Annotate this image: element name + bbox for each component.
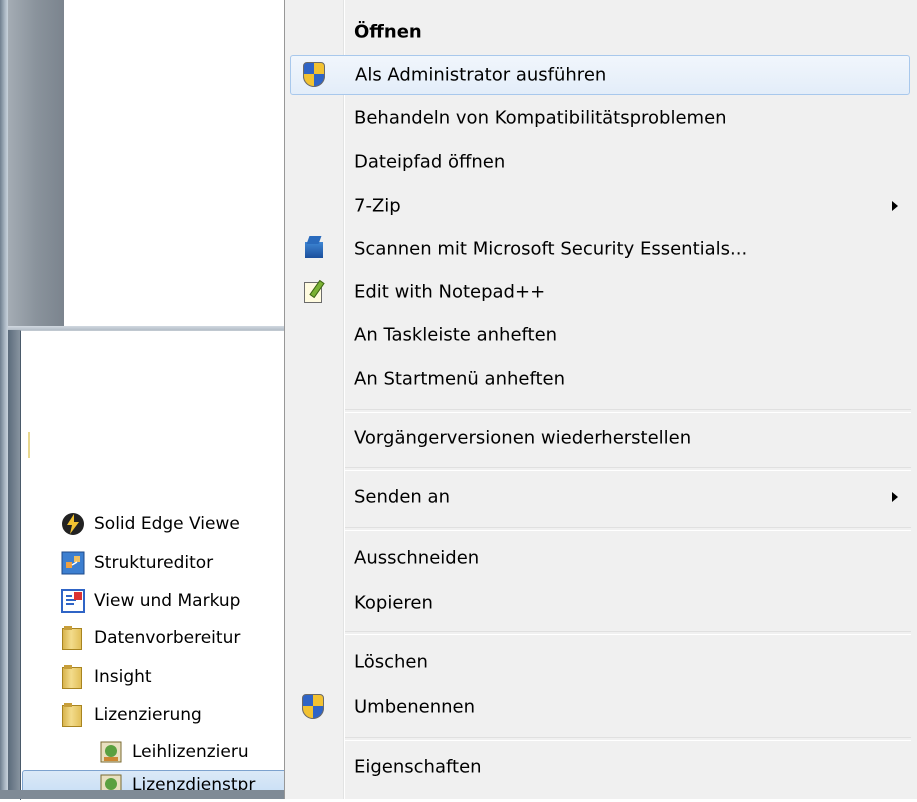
menu-separator: [345, 631, 911, 635]
program-item-label: Datenvorbereitur: [94, 628, 241, 648]
menu-separator: [345, 737, 911, 741]
folder-icon: [60, 625, 86, 651]
menu-item-label: 7-Zip: [354, 195, 401, 217]
menu-item-label: Kopieren: [354, 592, 433, 614]
menu-item-label: Löschen: [354, 651, 428, 673]
menu-item-label: An Startmenü anheften: [354, 368, 566, 390]
program-item-label: Solid Edge Viewe: [94, 514, 240, 534]
uac-shield-icon: [302, 694, 328, 720]
program-item-label: Leihlizenzieru: [132, 742, 249, 762]
menu-item-label: Vorgängerversionen wiederherstellen: [354, 427, 692, 449]
submenu-arrow-icon: [892, 201, 898, 211]
menu-item-edit-with-notepad[interactable]: Edit with Notepad++: [290, 272, 910, 312]
folder-icon: [60, 702, 86, 728]
menu-item-label: Öffnen: [354, 21, 422, 43]
menu-item-7-zip[interactable]: 7-Zip: [290, 186, 910, 226]
menu-item-label: An Taskleiste anheften: [354, 324, 558, 346]
menu-separator: [345, 467, 911, 471]
menu-item-label: Edit with Notepad++: [354, 281, 546, 303]
security-essentials-icon: [302, 236, 328, 262]
view-and-markup-icon: [60, 588, 86, 614]
menu-separator: [345, 527, 911, 531]
menu-item-label: Dateipfad öffnen: [354, 151, 506, 173]
notepad-plus-plus-icon: [302, 279, 328, 305]
menu-item-rename[interactable]: Umbenennen: [290, 687, 910, 727]
program-item-label: View und Markup: [94, 591, 241, 611]
program-item-struktureditor[interactable]: Struktureditor: [60, 546, 290, 580]
menu-item-label: Scannen mit Microsoft Security Essential…: [354, 238, 748, 260]
menu-item-label: Als Administrator ausführen: [355, 64, 607, 86]
structure-editor-icon: [60, 550, 86, 576]
desktop-edge: [0, 0, 8, 799]
program-item-label: Insight: [94, 667, 152, 687]
start-menu-frame: [8, 330, 20, 799]
menu-item-pin-to-start-menu[interactable]: An Startmenü anheften: [290, 359, 910, 399]
menu-item-label: Umbenennen: [354, 696, 475, 718]
uac-shield-icon: [303, 62, 329, 88]
program-item-datenvorbereitung[interactable]: Datenvorbereitur: [60, 621, 290, 655]
solid-edge-viewer-icon: [60, 511, 86, 537]
menu-item-scan-security-essentials[interactable]: Scannen mit Microsoft Security Essential…: [290, 229, 910, 269]
menu-item-open[interactable]: Öffnen: [290, 12, 910, 52]
program-item-label: Struktureditor: [94, 553, 214, 573]
window-frame-top: [8, 0, 64, 330]
menu-item-send-to[interactable]: Senden an: [290, 477, 910, 517]
menu-separator: [345, 409, 911, 413]
program-item-insight[interactable]: Insight: [60, 660, 290, 694]
program-item-lizenzierung[interactable]: Lizenzierung: [60, 698, 290, 732]
program-item-view-und-markup[interactable]: View und Markup: [60, 584, 290, 618]
menu-item-label: Eigenschaften: [354, 756, 482, 778]
menu-item-troubleshoot-compatibility[interactable]: Behandeln von Kompatibilitätsproblemen: [290, 98, 910, 138]
menu-item-label: Behandeln von Kompatibilitätsproblemen: [354, 107, 727, 129]
menu-item-label: Senden an: [354, 486, 450, 508]
license-tool-icon: [98, 739, 124, 765]
submenu-arrow-icon: [892, 492, 898, 502]
menu-item-delete[interactable]: Löschen: [290, 642, 910, 682]
program-item-label: Lizenzierung: [94, 705, 202, 725]
folder-icon: [60, 664, 86, 690]
menu-item-label: Ausschneiden: [354, 547, 480, 569]
program-item-solid-edge-viewer[interactable]: Solid Edge Viewe: [60, 507, 290, 541]
menu-item-pin-to-taskbar[interactable]: An Taskleiste anheften: [290, 315, 910, 355]
menu-item-copy[interactable]: Kopieren: [290, 583, 910, 623]
menu-item-run-as-administrator[interactable]: Als Administrator ausführen: [290, 55, 910, 95]
menu-item-open-file-location[interactable]: Dateipfad öffnen: [290, 142, 910, 182]
start-menu-marker: [28, 432, 30, 458]
menu-item-cut[interactable]: Ausschneiden: [290, 538, 910, 578]
menu-item-properties[interactable]: Eigenschaften: [290, 747, 910, 787]
menu-item-restore-previous-versions[interactable]: Vorgängerversionen wiederherstellen: [290, 418, 910, 458]
